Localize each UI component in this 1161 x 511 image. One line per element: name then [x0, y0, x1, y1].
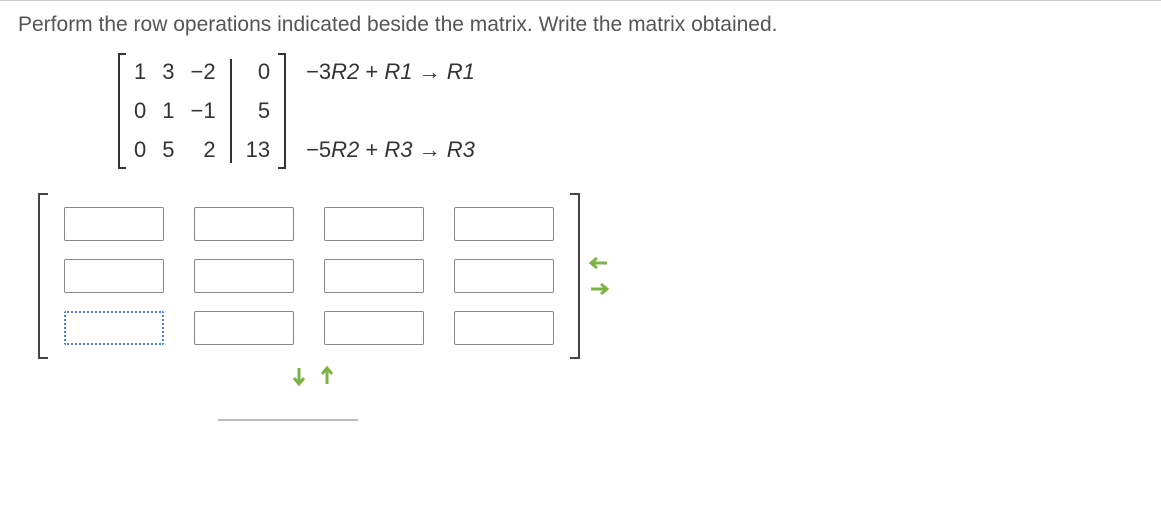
- row-op-1: −3R2 + R1 → R1: [306, 53, 475, 92]
- left-bracket: [118, 53, 126, 169]
- question-text: Perform the row operations indicated bes…: [18, 13, 1143, 37]
- column-controls: [588, 252, 610, 300]
- matrix-cell: 5: [154, 131, 182, 170]
- matrix-cell: 1: [154, 92, 182, 131]
- answer-grid: [48, 193, 570, 359]
- answer-cell-r2c4[interactable]: [454, 259, 554, 293]
- matrix-cell: 0: [126, 92, 154, 131]
- row-op-2: −5R2 + R3 → R3: [306, 131, 475, 170]
- add-row-icon[interactable]: [288, 365, 310, 387]
- remove-column-icon[interactable]: [588, 252, 610, 274]
- answer-cell-r1c1[interactable]: [64, 207, 164, 241]
- answer-matrix: [38, 193, 580, 359]
- row-operations: −3R2 + R1 → R1 −5R2 + R3 → R3: [306, 53, 475, 169]
- matrix-cell: −2: [183, 53, 224, 92]
- answer-cell-r2c1[interactable]: [64, 259, 164, 293]
- answer-cell-r2c2[interactable]: [194, 259, 294, 293]
- augment-bar: [230, 59, 232, 163]
- right-bracket: [570, 193, 580, 359]
- matrix-cell: 0: [238, 53, 278, 92]
- matrix-cell: 13: [238, 131, 278, 170]
- answer-cell-r1c3[interactable]: [324, 207, 424, 241]
- given-matrix-block: 1 0 0 3 1 5 −2 −1 2 0 5 13: [118, 53, 1143, 169]
- remove-row-icon[interactable]: [316, 365, 338, 387]
- right-bracket: [278, 53, 286, 169]
- matrix-cell: 2: [183, 131, 224, 170]
- divider: [218, 417, 358, 421]
- answer-block: [38, 193, 1143, 359]
- matrix-cell: 5: [238, 92, 278, 131]
- given-matrix: 1 0 0 3 1 5 −2 −1 2 0 5 13: [118, 53, 286, 169]
- answer-cell-r3c4[interactable]: [454, 311, 554, 345]
- matrix-cell: 1: [126, 53, 154, 92]
- left-bracket: [38, 193, 48, 359]
- add-column-icon[interactable]: [588, 278, 610, 300]
- matrix-cell: 3: [154, 53, 182, 92]
- answer-cell-r1c4[interactable]: [454, 207, 554, 241]
- answer-cell-r3c3[interactable]: [324, 311, 424, 345]
- matrix-cell: 0: [126, 131, 154, 170]
- matrix-cell: −1: [183, 92, 224, 131]
- answer-cell-r3c2[interactable]: [194, 311, 294, 345]
- row-op-spacer: [306, 92, 475, 131]
- answer-cell-r3c1[interactable]: [64, 311, 164, 345]
- answer-cell-r1c2[interactable]: [194, 207, 294, 241]
- row-controls: [288, 365, 1143, 387]
- answer-cell-r2c3[interactable]: [324, 259, 424, 293]
